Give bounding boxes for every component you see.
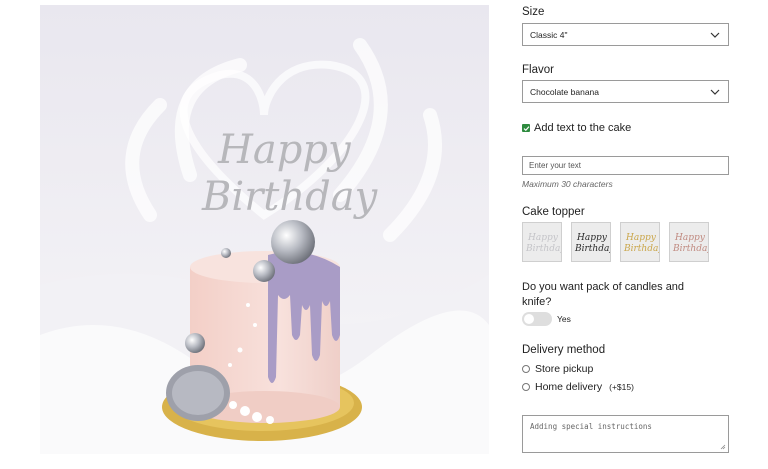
resize-grip-icon[interactable] [720,444,726,450]
special-instructions-placeholder: Adding special instructions [530,422,652,431]
home-delivery-price: (+$15) [609,382,634,392]
store-pickup-label: Store pickup [535,363,594,375]
svg-text:Happy: Happy [576,233,608,243]
topper-option-rose-gold[interactable]: Happy Birthday [669,222,713,262]
chevron-down-icon [710,32,720,38]
delivery-option-home-delivery[interactable]: Home delivery (+$15) [522,381,634,393]
store-pickup-radio[interactable] [522,365,530,373]
size-selected-value: Classic 4" [530,29,568,40]
candles-toggle[interactable] [522,312,552,326]
size-select[interactable]: Classic 4" [522,23,729,46]
svg-text:Happy: Happy [625,233,657,243]
flavor-selected-value: Chocolate banana [530,86,600,97]
svg-text:Birthday: Birthday [672,244,708,254]
delivery-method-label: Delivery method [522,344,606,356]
toggle-knob [524,314,534,324]
flavor-select[interactable]: Chocolate banana [522,80,729,103]
svg-text:Birthday: Birthday [574,244,610,254]
svg-text:Happy: Happy [674,233,706,243]
add-text-checkbox-row[interactable]: Add text to the cake [522,122,631,134]
home-delivery-radio[interactable] [522,383,530,391]
cake-topper-label: Cake topper [522,206,585,218]
candles-question: Do you want pack of candles and knife? [522,281,685,308]
topper-gold-icon: Happy Birthday [623,233,664,254]
cake-text-input[interactable]: Enter your text [522,156,729,175]
checkmark-icon [523,125,529,131]
photo-topper-birthday: Birthday [201,174,379,220]
topper-black-icon: Happy Birthday [574,233,615,254]
home-delivery-label: Home delivery [535,381,603,393]
photo-topper-happy: Happy [217,127,352,173]
delivery-option-store-pickup[interactable]: Store pickup [522,363,593,375]
svg-text:Birthday: Birthday [623,244,659,254]
size-label: Size [522,6,545,18]
svg-text:Happy: Happy [527,233,559,243]
topper-silver-icon: Happy Birthday [525,233,566,254]
candles-toggle-label: Yes [557,314,571,324]
cake-text-hint: Maximum 30 characters [522,179,613,189]
topper-option-silver[interactable]: Happy Birthday [522,222,566,262]
cake-text-placeholder: Enter your text [529,161,582,170]
product-photo: Happy Birthday [40,5,489,454]
chevron-down-icon [710,89,720,95]
svg-text:Birthday: Birthday [525,244,561,254]
topper-rose-gold-icon: Happy Birthday [672,233,713,254]
special-instructions-textarea[interactable]: Adding special instructions [522,415,729,453]
topper-option-black[interactable]: Happy Birthday [571,222,615,262]
add-text-label: Add text to the cake [534,122,632,134]
flavor-label: Flavor [522,64,554,76]
add-text-checkbox[interactable] [522,124,530,132]
topper-option-gold[interactable]: Happy Birthday [620,222,664,262]
